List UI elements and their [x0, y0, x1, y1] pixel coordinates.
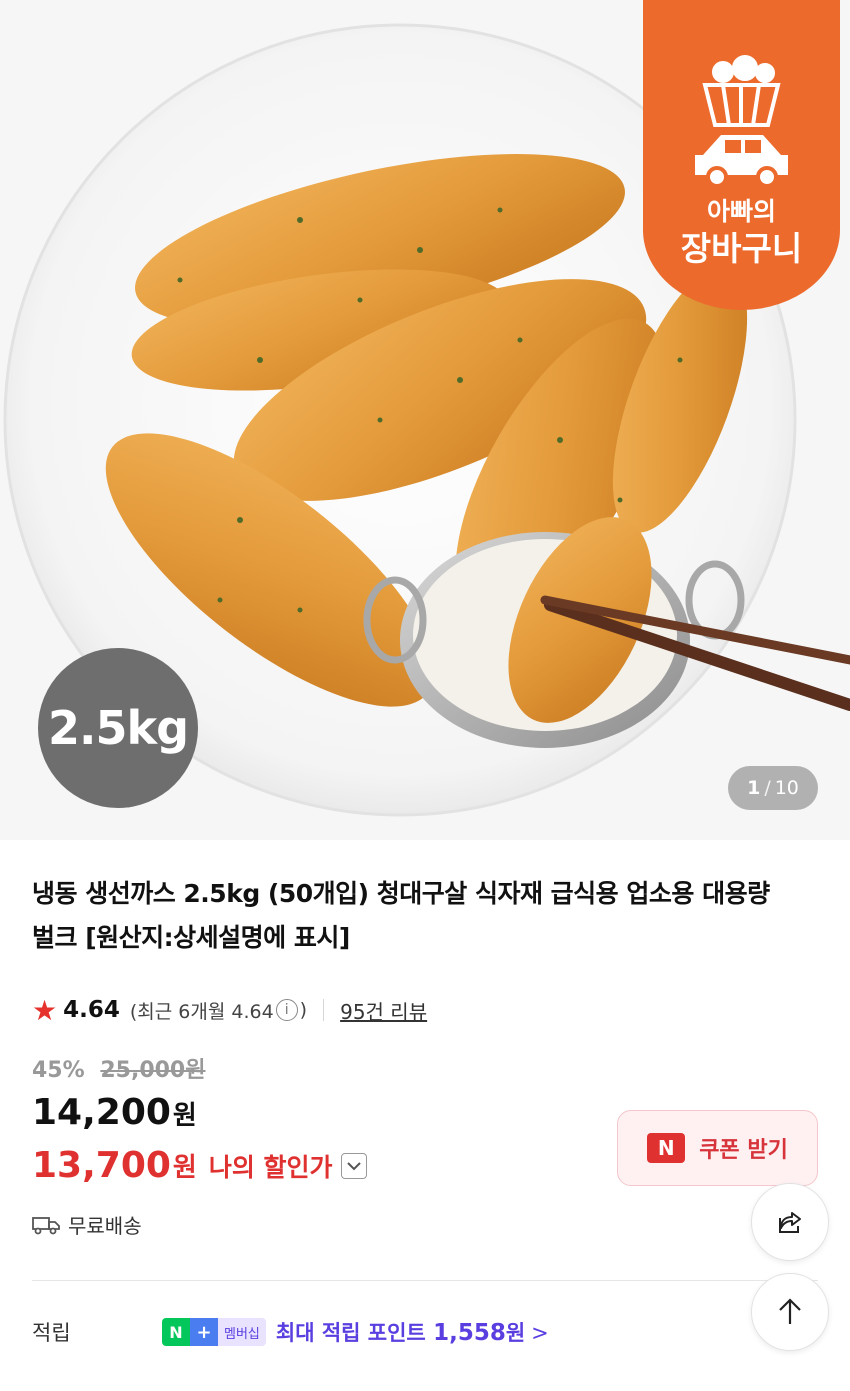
- my-discount-price: 13,700 원 나의 할인가: [32, 1145, 367, 1186]
- my-price-unit: 원: [172, 1153, 197, 1183]
- membership-text: 멤버십: [218, 1318, 266, 1346]
- product-title: 냉동 생선까스 2.5kg (50개입) 청대구살 식자재 급식용 업소용 대용…: [32, 879, 770, 952]
- naver-coupon-logo: N: [647, 1133, 686, 1163]
- pager-current: 1: [747, 777, 761, 799]
- coupon-button[interactable]: N 쿠폰 받기: [617, 1110, 818, 1186]
- rating-row: ★ 4.64 (최근 6개월 4.64 i ) 95건 리뷰: [32, 990, 427, 1030]
- points-label: 적립: [32, 1321, 71, 1345]
- rating-score: 4.64: [63, 997, 120, 1023]
- max-points-text: 최대 적립 포인트 1,558원 >: [276, 1317, 549, 1347]
- sale-price-unit: 원: [172, 1101, 197, 1131]
- brand-name-line2: 장바구니: [680, 229, 803, 268]
- my-price-label: 나의 할인가: [208, 1152, 333, 1182]
- scroll-to-top-button[interactable]: [751, 1273, 829, 1351]
- recent-rating-close: ): [299, 999, 308, 1021]
- chevron-down-icon[interactable]: [340, 1152, 367, 1179]
- sale-price-value: 14,200: [32, 1092, 171, 1133]
- points-unit: 원: [505, 1321, 526, 1345]
- product-image-carousel[interactable]: 아빠의 장바구니 2.5kg 1 / 10: [0, 0, 850, 840]
- image-pager: 1 / 10: [728, 766, 818, 810]
- original-price: 25,000원: [100, 1058, 206, 1083]
- truck-icon: [32, 1216, 60, 1234]
- discount-percent: 45%: [32, 1058, 85, 1083]
- star-icon: ★: [32, 993, 58, 1027]
- weight-badge: 2.5kg: [38, 648, 198, 808]
- section-divider: [32, 1280, 818, 1281]
- review-count-link[interactable]: 95건 리뷰: [340, 996, 427, 1025]
- rating-divider: [323, 999, 325, 1021]
- share-icon: [779, 1212, 801, 1233]
- shipping-info: 무료배송: [32, 1210, 142, 1239]
- points-value: 1,558: [433, 1320, 506, 1346]
- original-price-row: 45% 25,000원: [32, 1052, 205, 1084]
- brand-badge: 아빠의 장바구니: [643, 0, 840, 310]
- sale-price: 14,200원: [32, 1092, 197, 1133]
- shipping-label: 무료배송: [68, 1214, 142, 1238]
- pager-total: 10: [774, 777, 799, 799]
- coupon-button-label: 쿠폰 받기: [699, 1138, 788, 1163]
- my-price-value: 13,700: [32, 1145, 171, 1186]
- share-button[interactable]: [751, 1183, 829, 1261]
- naver-membership-badge: N + 멤버십: [162, 1318, 266, 1346]
- chevron-right-icon: >: [531, 1321, 549, 1345]
- arrow-up-icon: [779, 1298, 801, 1324]
- weight-badge-label: 2.5kg: [47, 701, 189, 755]
- recent-rating-open: (최근 6개월 4.64: [129, 1000, 274, 1023]
- pager-separator: /: [764, 777, 771, 799]
- points-prefix: 최대 적립 포인트: [275, 1321, 434, 1345]
- info-icon[interactable]: i: [275, 999, 298, 1021]
- membership-n: N: [162, 1318, 190, 1346]
- points-row[interactable]: 적립 N + 멤버십 최대 적립 포인트 1,558원 >: [32, 1312, 549, 1352]
- membership-plus: +: [190, 1318, 218, 1346]
